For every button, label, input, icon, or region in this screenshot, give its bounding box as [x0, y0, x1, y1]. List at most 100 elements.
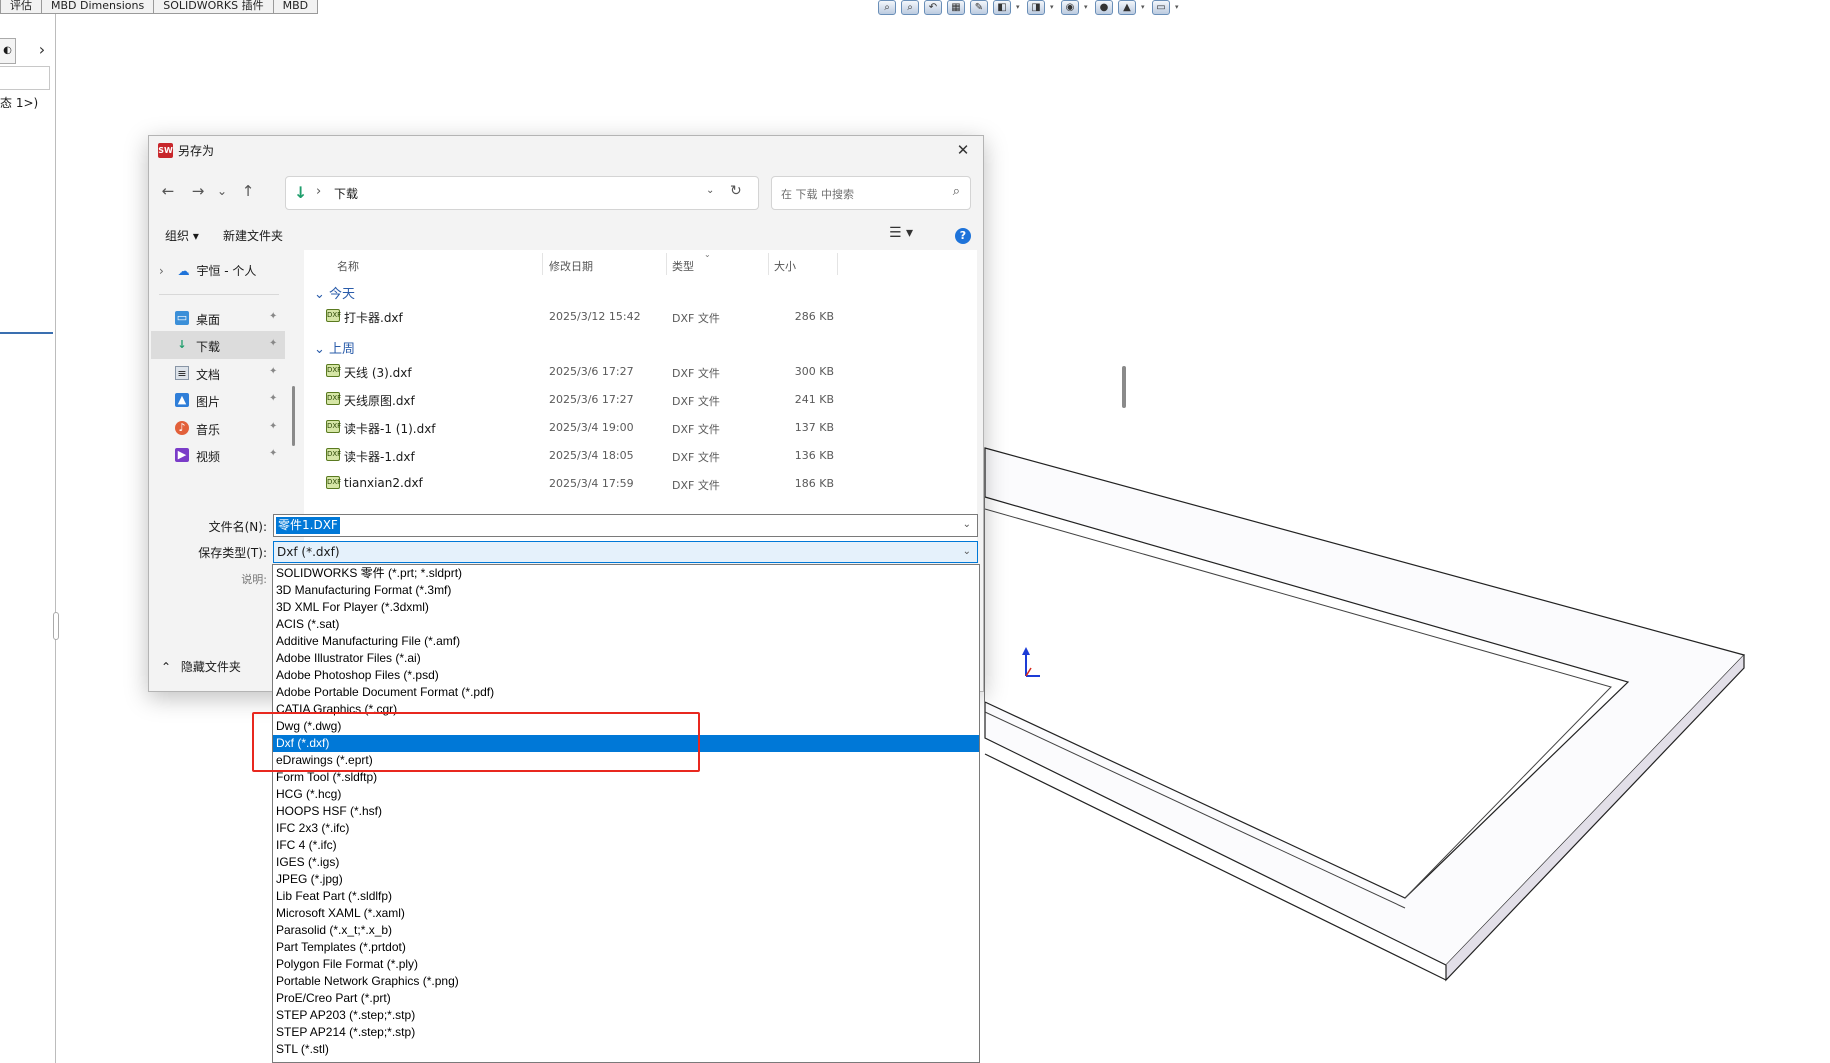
view-options-button[interactable]: ☰ ▾: [889, 225, 913, 241]
tab-mbd-dimensions[interactable]: MBD Dimensions: [41, 0, 155, 14]
hide-folders-button[interactable]: ⌃ 隐藏文件夹: [161, 658, 241, 675]
dropdown-option[interactable]: Portable Network Graphics (*.png): [273, 973, 979, 990]
save-type-select[interactable]: Dxf (*.dxf) ⌄: [273, 541, 978, 563]
search-input[interactable]: 在 下载 中搜索 ⌕: [771, 176, 971, 210]
column-header-type[interactable]: 类型: [672, 258, 694, 274]
refresh-icon[interactable]: ↻: [730, 183, 742, 199]
dynamic-annotation-icon[interactable]: ✎: [970, 0, 988, 15]
help-icon[interactable]: ?: [955, 228, 971, 244]
breadcrumb-downloads[interactable]: 下载: [334, 185, 358, 202]
dialog-titlebar[interactable]: SW 另存为 ✕: [149, 136, 983, 164]
forward-arrow-icon[interactable]: →: [187, 180, 209, 202]
zoom-to-fit-icon[interactable]: ⌕: [878, 0, 896, 15]
column-header-size[interactable]: 大小: [774, 258, 796, 274]
group-header-today[interactable]: ⌄ 今天: [314, 283, 355, 302]
dropdown-option[interactable]: STEP AP214 (*.step;*.stp): [273, 1024, 979, 1041]
chevron-right-icon[interactable]: ›: [159, 264, 164, 278]
recent-locations-icon[interactable]: ⌄: [211, 180, 233, 202]
dropdown-option[interactable]: Microsoft XAML (*.xaml): [273, 905, 979, 922]
dropdown-option[interactable]: ACIS (*.sat): [273, 616, 979, 633]
dropdown-option[interactable]: JPEG (*.jpg): [273, 871, 979, 888]
column-separator[interactable]: [542, 253, 543, 275]
apply-scene-icon[interactable]: ▲: [1118, 0, 1136, 15]
dropdown-option[interactable]: Part Templates (*.prtdot): [273, 939, 979, 956]
pin-icon[interactable]: ✦: [269, 393, 277, 404]
dropdown-option[interactable]: HCG (*.hcg): [273, 786, 979, 803]
sidebar-item-desktop[interactable]: ▭ 桌面 ✦: [151, 304, 285, 332]
dropdown-option[interactable]: Adobe Photoshop Files (*.psd): [273, 667, 979, 684]
sidebar-item-onedrive[interactable]: › ☁ 宇恒 - 个人: [159, 262, 256, 279]
sidebar-item-pictures[interactable]: ▲ 图片 ✦: [151, 386, 285, 414]
table-row[interactable]: DXF 打卡器.dxf 2025/3/12 15:42 DXF 文件 286 K…: [304, 304, 964, 328]
filter-field[interactable]: [0, 66, 50, 90]
dropdown-option[interactable]: Additive Manufacturing File (*.amf): [273, 633, 979, 650]
hide-show-items-icon[interactable]: ◉: [1061, 0, 1079, 15]
dropdown-option[interactable]: Polygon File Format (*.ply): [273, 956, 979, 973]
sidebar-item-videos[interactable]: ▶ 视频 ✦: [151, 441, 285, 469]
group-header-last-week[interactable]: ⌄ 上周: [314, 338, 355, 357]
table-row[interactable]: DXF tianxian2.dxf 2025/3/4 17:59 DXF 文件 …: [304, 471, 964, 495]
dropdown-option[interactable]: STEP AP203 (*.step;*.stp): [273, 1007, 979, 1024]
panel-resize-handle[interactable]: [53, 612, 59, 640]
pin-icon[interactable]: ✦: [269, 311, 277, 322]
new-folder-button[interactable]: 新建文件夹: [223, 227, 283, 244]
dropdown-option[interactable]: SOLIDWORKS 零件 (*.prt; *.sldprt): [273, 565, 979, 582]
dropdown-option[interactable]: Adobe Portable Document Format (*.pdf): [273, 684, 979, 701]
edit-appearance-icon[interactable]: ●: [1095, 0, 1113, 15]
display-style-icon[interactable]: ◨: [1027, 0, 1045, 15]
pin-icon[interactable]: ✦: [269, 366, 277, 377]
sidebar-item-music[interactable]: ♪ 音乐 ✦: [151, 414, 285, 442]
previous-view-icon[interactable]: ↶: [924, 0, 942, 15]
dropdown-option[interactable]: 3D Manufacturing Format (*.3mf): [273, 582, 979, 599]
view-orientation-icon[interactable]: ◧: [993, 0, 1011, 15]
table-row[interactable]: DXF 读卡器-1.dxf 2025/3/4 18:05 DXF 文件 136 …: [304, 443, 964, 467]
dropdown-option[interactable]: IFC 4 (*.ifc): [273, 837, 979, 854]
file-list-scrollbar[interactable]: [1122, 366, 1126, 408]
up-arrow-icon[interactable]: ↑: [237, 180, 259, 202]
column-separator[interactable]: [837, 253, 838, 275]
sidebar-item-downloads[interactable]: ↓ 下载 ✦: [151, 331, 285, 359]
chevron-down-icon[interactable]: ▾: [1141, 0, 1147, 16]
column-header-modified[interactable]: 修改日期: [549, 258, 593, 274]
sidebar-item-documents[interactable]: ≡ 文档 ✦: [151, 359, 285, 387]
section-view-icon[interactable]: ▦: [947, 0, 965, 15]
dropdown-option[interactable]: Parasolid (*.x_t;*.x_b): [273, 922, 979, 939]
tab-solidworks-addins[interactable]: SOLIDWORKS 插件: [153, 0, 274, 14]
dropdown-option[interactable]: IFC 2x3 (*.ifc): [273, 820, 979, 837]
dropdown-option[interactable]: 3D XML For Player (*.3dxml): [273, 599, 979, 616]
dropdown-option[interactable]: HOOPS HSF (*.hsf): [273, 803, 979, 820]
chevron-down-icon[interactable]: ▾: [1175, 0, 1181, 16]
close-icon[interactable]: ✕: [951, 138, 975, 162]
chevron-down-icon[interactable]: ▾: [1016, 0, 1022, 16]
tab-evaluate[interactable]: 评估: [0, 0, 42, 14]
nav-pane-scrollbar[interactable]: [292, 386, 295, 446]
dropdown-option[interactable]: Adobe Illustrator Files (*.ai): [273, 650, 979, 667]
filename-input[interactable]: 零件1.DXF ⌄: [273, 514, 978, 537]
search-icon[interactable]: ⌕: [953, 184, 960, 199]
table-row[interactable]: DXF 天线 (3).dxf 2025/3/6 17:27 DXF 文件 300…: [304, 359, 964, 383]
chevron-right-icon[interactable]: ›: [30, 38, 54, 64]
organize-button[interactable]: 组织 ▾: [165, 227, 199, 244]
dropdown-option[interactable]: Lib Feat Part (*.sldlfp): [273, 888, 979, 905]
tab-mbd[interactable]: MBD: [272, 0, 319, 14]
display-manager-icon[interactable]: ◐: [0, 38, 16, 64]
view-settings-icon[interactable]: ▭: [1152, 0, 1170, 15]
zoom-to-area-icon[interactable]: ⌕: [901, 0, 919, 15]
dropdown-option[interactable]: STL (*.stl): [273, 1041, 979, 1058]
chevron-down-icon[interactable]: ▾: [1084, 0, 1090, 16]
column-separator[interactable]: [666, 253, 667, 275]
table-row[interactable]: DXF 读卡器-1 (1).dxf 2025/3/4 19:00 DXF 文件 …: [304, 415, 964, 439]
column-separator[interactable]: [768, 253, 769, 275]
table-row[interactable]: DXF 天线原图.dxf 2025/3/6 17:27 DXF 文件 241 K…: [304, 387, 964, 411]
back-arrow-icon[interactable]: ←: [157, 180, 179, 202]
chevron-down-icon[interactable]: ⌄: [963, 546, 971, 557]
pin-icon[interactable]: ✦: [269, 448, 277, 459]
column-header-name[interactable]: 名称: [337, 258, 359, 274]
chevron-down-icon[interactable]: ▾: [1050, 0, 1056, 16]
chevron-down-icon[interactable]: ⌄: [706, 185, 714, 196]
chevron-down-icon[interactable]: ⌄: [963, 519, 971, 530]
dropdown-option[interactable]: ProE/Creo Part (*.prt): [273, 990, 979, 1007]
address-bar[interactable]: ↓ › 下载 ⌄ ↻: [285, 176, 759, 210]
pin-icon[interactable]: ✦: [269, 338, 277, 349]
dropdown-option[interactable]: IGES (*.igs): [273, 854, 979, 871]
